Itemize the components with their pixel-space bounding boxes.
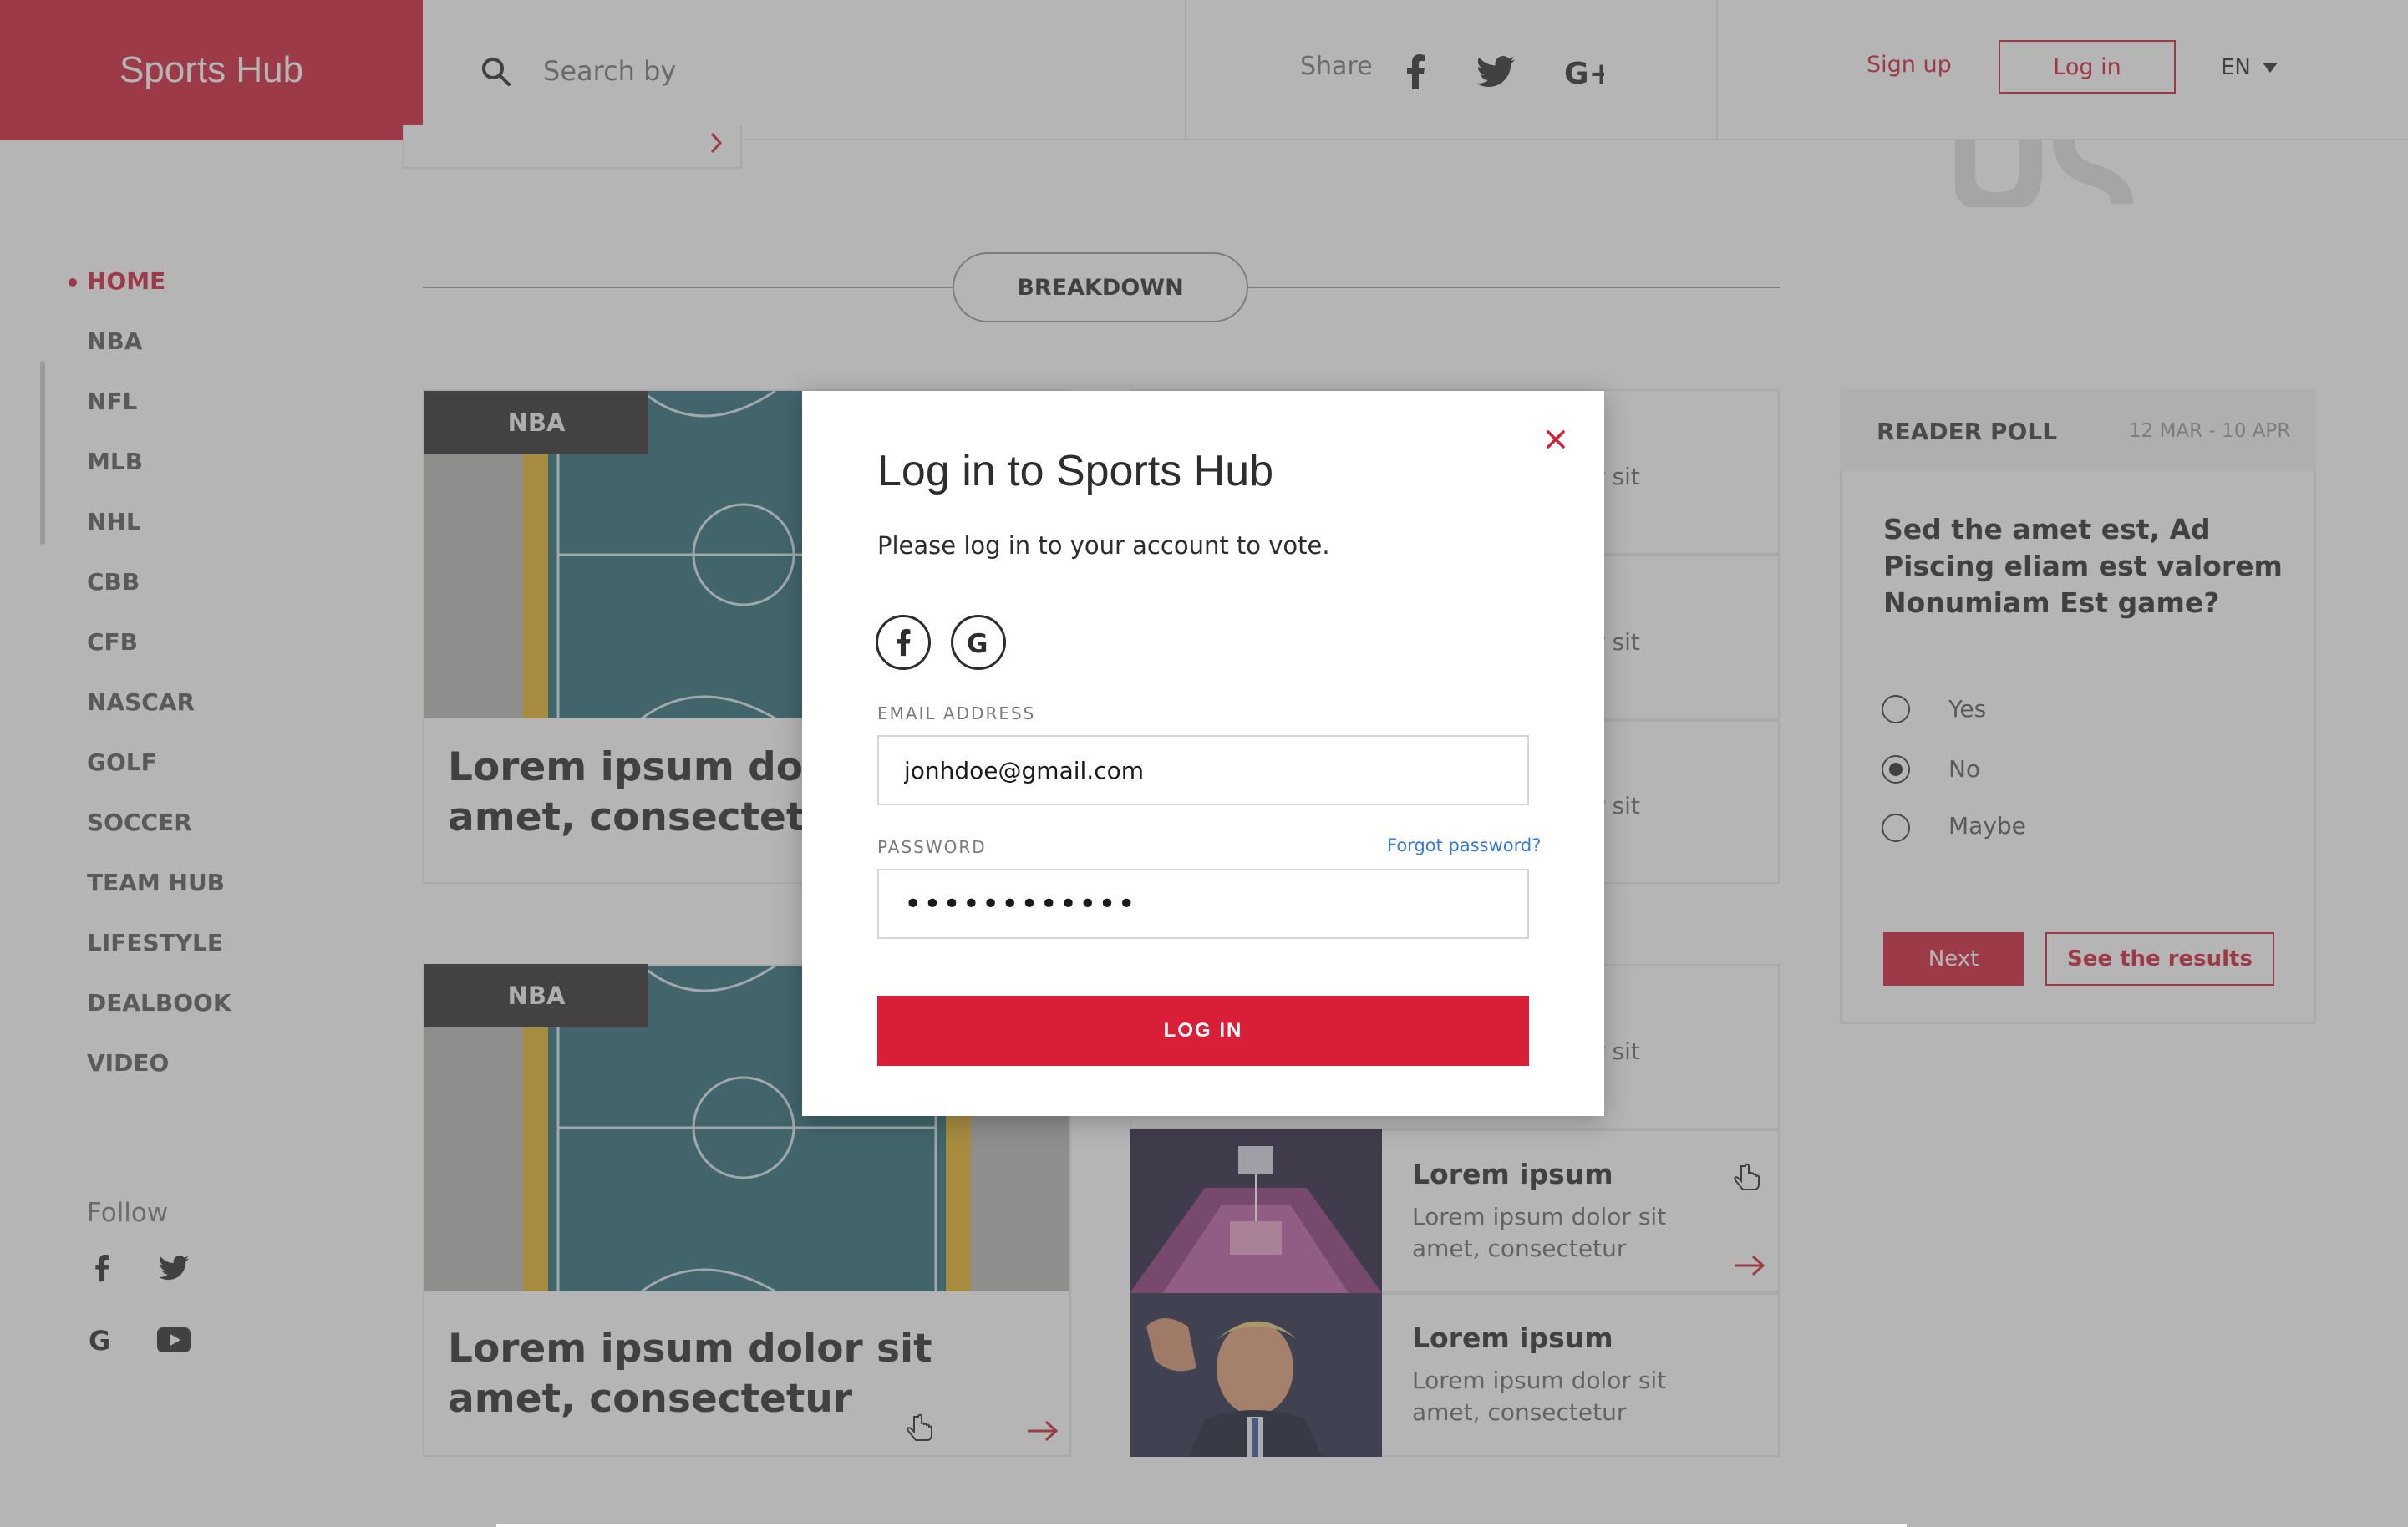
google-icon[interactable]: G — [951, 615, 1006, 670]
login-submit-button[interactable]: LOG IN — [877, 996, 1529, 1066]
modal-title: Log in to Sports Hub — [877, 447, 1274, 495]
password-field[interactable] — [877, 869, 1529, 939]
password-label: PASSWORD — [877, 837, 987, 857]
facebook-icon[interactable] — [876, 615, 931, 670]
email-field[interactable] — [877, 735, 1529, 805]
bottom-panel-edge — [496, 1524, 1907, 1527]
close-icon[interactable] — [1541, 424, 1571, 454]
modal-subtitle: Please log in to your account to vote. — [877, 531, 1330, 560]
email-label: EMAIL ADDRESS — [877, 703, 1036, 723]
svg-text:G: G — [967, 629, 988, 657]
forgot-password-link[interactable]: Forgot password? — [1387, 835, 1541, 855]
